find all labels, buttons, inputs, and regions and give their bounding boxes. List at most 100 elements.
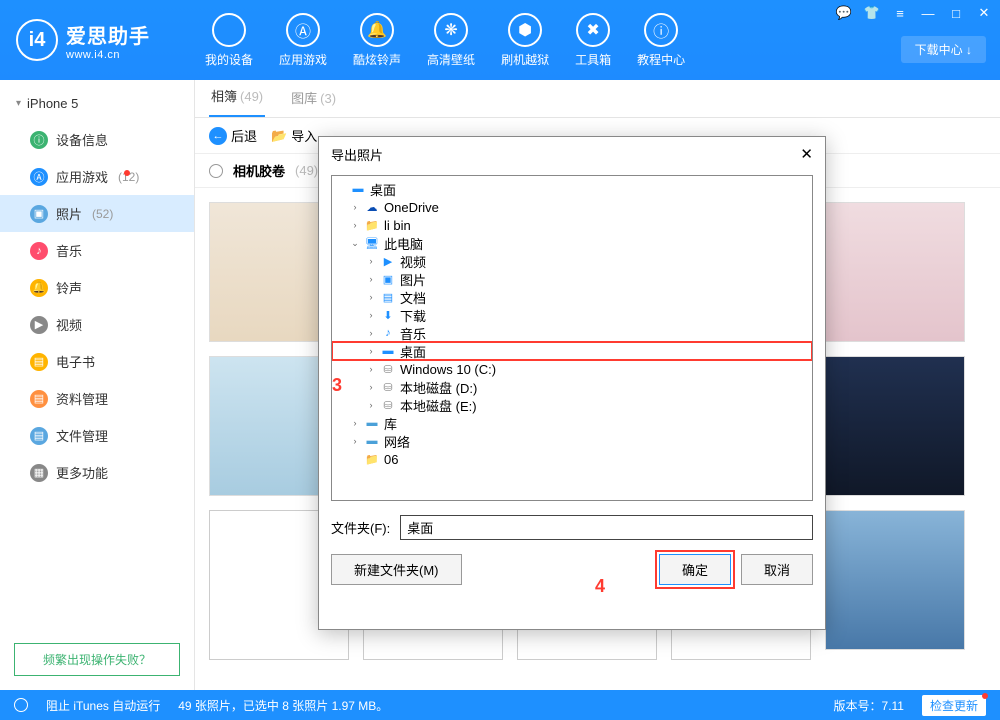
status-bar: 阻止 iTunes 自动运行 49 张照片，已选中 8 张照片 1.97 MB。… xyxy=(0,690,1000,720)
download-center-button[interactable]: 下载中心 ↓ xyxy=(901,36,986,63)
help-link[interactable]: 频繁出现操作失败？ xyxy=(14,643,180,676)
tree-node-本地磁盘 (D:)[interactable]: ›⛁本地磁盘 (D:) xyxy=(332,378,812,396)
photo-thumb[interactable] xyxy=(825,510,965,650)
tree-node-桌面[interactable]: ▬桌面 xyxy=(332,180,812,198)
sidebar-item-铃声[interactable]: 🔔铃声 xyxy=(0,269,194,306)
tree-node-此电脑[interactable]: ⌄🖥此电脑 xyxy=(332,234,812,252)
nav-icon: ✖ xyxy=(576,13,610,47)
sidebar-item-icon: Ⓐ xyxy=(30,168,48,186)
tree-node-Windows 10 (C:)[interactable]: ›⛁Windows 10 (C:) xyxy=(332,360,812,378)
expand-icon[interactable]: › xyxy=(366,256,376,266)
folder-icon: ▬ xyxy=(364,434,380,448)
expand-icon[interactable]: › xyxy=(366,346,376,356)
expand-icon[interactable]: › xyxy=(366,382,376,392)
folder-icon: 🖥 xyxy=(364,236,380,250)
close-button[interactable]: ✕ xyxy=(974,4,994,22)
expand-icon[interactable]: › xyxy=(366,364,376,374)
folder-icon: ♪ xyxy=(380,326,396,340)
import-label: 导入 xyxy=(291,126,317,145)
tab-相簿[interactable]: 相簿(49) xyxy=(209,76,265,117)
maximize-button[interactable]: □ xyxy=(946,4,966,22)
version-label: 版本号：7.11 xyxy=(834,697,904,714)
photo-thumb[interactable] xyxy=(825,202,965,342)
folder-tree[interactable]: ▬桌面›☁OneDrive›📁li bin⌄🖥此电脑›▶视频›▣图片›▤文档›⬇… xyxy=(331,175,813,501)
tab-图库[interactable]: 图库(3) xyxy=(289,78,338,117)
sidebar-item-电子书[interactable]: ▤电子书 xyxy=(0,343,194,380)
expand-icon[interactable]: › xyxy=(350,220,360,230)
tree-node-06[interactable]: 📁06 xyxy=(332,450,812,468)
tree-node-视频[interactable]: ›▶视频 xyxy=(332,252,812,270)
tree-node-本地磁盘 (E:)[interactable]: ›⛁本地磁盘 (E:) xyxy=(332,396,812,414)
back-button[interactable]: ← 后退 xyxy=(209,126,257,145)
dialog-title: 导出照片 xyxy=(331,145,383,164)
nav-教程中心[interactable]: ⓘ教程中心 xyxy=(637,13,685,68)
sidebar-item-更多功能[interactable]: ▦更多功能 xyxy=(0,454,194,491)
folder-in-icon: 📂 xyxy=(271,128,287,144)
minimize-button[interactable]: — xyxy=(918,4,938,22)
section-title: 相机胶卷 xyxy=(233,161,285,180)
tree-node-网络[interactable]: ›▬网络 xyxy=(332,432,812,450)
photo-thumb[interactable] xyxy=(825,356,965,496)
tree-node-图片[interactable]: ›▣图片 xyxy=(332,270,812,288)
ok-button[interactable]: 确定 xyxy=(659,554,731,585)
tree-node-下载[interactable]: ›⬇下载 xyxy=(332,306,812,324)
nav-icon: ⬢ xyxy=(508,13,542,47)
expand-icon[interactable]: › xyxy=(350,436,360,446)
sidebar-item-音乐[interactable]: ♪音乐 xyxy=(0,232,194,269)
folder-name-input[interactable] xyxy=(400,515,813,540)
nav-高清壁纸[interactable]: ❋高清壁纸 xyxy=(427,13,475,68)
expand-icon[interactable]: › xyxy=(366,310,376,320)
expand-icon[interactable]: ⌄ xyxy=(350,238,360,249)
menu-icon[interactable]: ≡ xyxy=(890,4,910,22)
expand-icon[interactable]: › xyxy=(366,274,376,284)
itunes-toggle-label[interactable]: 阻止 iTunes 自动运行 xyxy=(46,697,160,714)
new-folder-button[interactable]: 新建文件夹(M) xyxy=(331,554,462,585)
tree-node-文档[interactable]: ›▤文档 xyxy=(332,288,812,306)
device-title[interactable]: iPhone 5 xyxy=(0,86,194,121)
folder-icon: ▬ xyxy=(364,416,380,430)
folder-icon: ⛁ xyxy=(380,398,396,412)
expand-icon[interactable]: › xyxy=(350,202,360,212)
check-update-button[interactable]: 检查更新 xyxy=(922,695,986,716)
folder-icon: ⬇ xyxy=(380,308,396,322)
radio-icon[interactable] xyxy=(209,164,223,178)
feedback-icon[interactable]: 💬 xyxy=(834,4,854,22)
tree-node-li bin[interactable]: ›📁li bin xyxy=(332,216,812,234)
logo-icon: i4 xyxy=(16,19,58,61)
nav-工具箱[interactable]: ✖工具箱 xyxy=(575,13,611,68)
window-controls: 💬 👕 ≡ — □ ✕ xyxy=(834,4,994,22)
dialog-close-button[interactable]: ✕ xyxy=(800,145,813,163)
sidebar-item-设备信息[interactable]: ⓘ设备信息 xyxy=(0,121,194,158)
sidebar-item-icon: ▦ xyxy=(30,464,48,482)
notification-dot xyxy=(124,170,130,176)
tree-node-音乐[interactable]: ›♪音乐 xyxy=(332,324,812,342)
nav-酷炫铃声[interactable]: 🔔酷炫铃声 xyxy=(353,13,401,68)
cancel-button[interactable]: 取消 xyxy=(741,554,813,585)
section-count: (49) xyxy=(295,163,318,178)
tree-node-库[interactable]: ›▬库 xyxy=(332,414,812,432)
toggle-icon[interactable] xyxy=(14,698,28,712)
expand-icon[interactable]: › xyxy=(366,328,376,338)
skin-icon[interactable]: 👕 xyxy=(862,4,882,22)
sidebar-item-应用游戏[interactable]: Ⓐ应用游戏(12) xyxy=(0,158,194,195)
annotation-step-3: 3 xyxy=(332,375,342,396)
tree-node-OneDrive[interactable]: ›☁OneDrive xyxy=(332,198,812,216)
nav-icon xyxy=(212,13,246,47)
nav-刷机越狱[interactable]: ⬢刷机越狱 xyxy=(501,13,549,68)
sidebar-item-照片[interactable]: ▣照片(52) xyxy=(0,195,194,232)
expand-icon[interactable]: › xyxy=(350,418,360,428)
sidebar-item-视频[interactable]: ▶视频 xyxy=(0,306,194,343)
expand-icon[interactable]: › xyxy=(366,400,376,410)
selection-summary: 49 张照片，已选中 8 张照片 1.97 MB。 xyxy=(178,697,388,714)
sidebar-item-资料管理[interactable]: ▤资料管理 xyxy=(0,380,194,417)
sidebar-item-icon: ⓘ xyxy=(30,131,48,149)
app-name: 爱思助手 xyxy=(66,20,150,49)
nav-我的设备[interactable]: 我的设备 xyxy=(205,13,253,68)
sidebar-item-icon: ▶ xyxy=(30,316,48,334)
tree-node-桌面[interactable]: ›▬桌面 xyxy=(332,342,812,360)
expand-icon[interactable]: › xyxy=(366,292,376,302)
sidebar-item-icon: 🔔 xyxy=(30,279,48,297)
nav-应用游戏[interactable]: Ⓐ应用游戏 xyxy=(279,13,327,68)
import-button[interactable]: 📂 导入 xyxy=(271,126,317,145)
sidebar-item-文件管理[interactable]: ▤文件管理 xyxy=(0,417,194,454)
